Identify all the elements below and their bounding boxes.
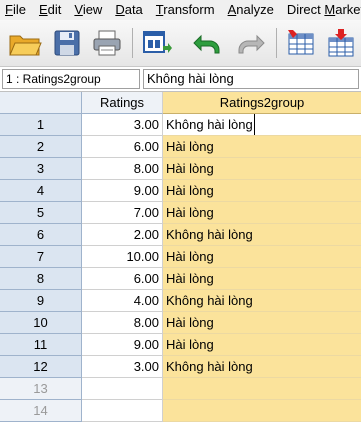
ratings2group-cell[interactable]: Không hài lòng xyxy=(163,356,361,378)
row-header[interactable]: 4 xyxy=(0,180,82,202)
ratings2group-cell[interactable]: Hài lòng xyxy=(163,312,361,334)
cell-editor-bar: 1 : Ratings2group Không hài lòng xyxy=(0,67,361,92)
row-header[interactable]: 14 xyxy=(0,400,82,422)
active-cell-text: Không hài lòng xyxy=(166,114,255,135)
open-folder-icon[interactable] xyxy=(6,26,44,60)
ratings-cell[interactable] xyxy=(82,378,163,400)
ratings-cell[interactable]: 6.00 xyxy=(82,268,163,290)
row-header[interactable]: 11 xyxy=(0,334,82,356)
ratings2group-cell[interactable] xyxy=(163,378,361,400)
menu-data[interactable]: Data xyxy=(110,0,150,20)
menu-view[interactable]: View xyxy=(69,0,110,20)
row-header[interactable]: 8 xyxy=(0,268,82,290)
row-header[interactable]: 9 xyxy=(0,290,82,312)
recall-dialog-icon[interactable] xyxy=(138,26,176,60)
row-header[interactable]: 12 xyxy=(0,356,82,378)
menu-file[interactable]: File xyxy=(0,0,34,20)
row-header[interactable]: 5 xyxy=(0,202,82,224)
ratings2group-cell[interactable]: Hài lòng xyxy=(163,268,361,290)
column-header-ratings[interactable]: Ratings xyxy=(82,92,163,114)
menu-analyze[interactable]: Analyze xyxy=(223,0,282,20)
ratings-cell[interactable]: 10.00 xyxy=(82,246,163,268)
column-header-ratings2group[interactable]: Ratings2group xyxy=(163,92,361,114)
ratings-cell[interactable]: 2.00 xyxy=(82,224,163,246)
menu-edit[interactable]: Edit xyxy=(34,0,69,20)
cell-value-input[interactable]: Không hài lòng xyxy=(143,69,359,89)
row-header[interactable]: 1 xyxy=(0,114,82,136)
table-row-empty: 13 xyxy=(0,378,361,400)
menu-direct-marketing[interactable]: Direct Marketing xyxy=(282,0,361,20)
row-header[interactable]: 2 xyxy=(0,136,82,158)
ratings-cell[interactable]: 6.00 xyxy=(82,136,163,158)
data-grid: Ratings Ratings2group 1 3.00 Không hài l… xyxy=(0,92,361,422)
ratings-cell[interactable]: 8.00 xyxy=(82,312,163,334)
ratings-cell[interactable]: 9.00 xyxy=(82,334,163,356)
goto-case-icon[interactable] xyxy=(282,26,320,60)
ratings-cell[interactable]: 3.00 xyxy=(82,114,163,136)
table-row: 6 2.00 Không hài lòng xyxy=(0,224,361,246)
ratings2group-cell[interactable]: Hài lòng xyxy=(163,202,361,224)
toolbar xyxy=(0,20,361,67)
table-row: 1 3.00 Không hài lòng xyxy=(0,114,361,136)
ratings-cell[interactable]: 4.00 xyxy=(82,290,163,312)
ratings2group-cell[interactable]: Hài lòng xyxy=(163,180,361,202)
ratings-cell[interactable]: 8.00 xyxy=(82,158,163,180)
table-row-empty: 14 xyxy=(0,400,361,422)
ratings2group-cell[interactable]: Không hài lòng xyxy=(163,224,361,246)
row-header[interactable]: 13 xyxy=(0,378,82,400)
cell-reference-field: 1 : Ratings2group xyxy=(2,69,140,89)
table-row: 3 8.00 Hài lòng xyxy=(0,158,361,180)
ratings2group-cell[interactable]: Hài lòng xyxy=(163,158,361,180)
ratings2group-cell[interactable] xyxy=(163,400,361,422)
row-header[interactable]: 10 xyxy=(0,312,82,334)
ratings2group-cell[interactable]: Không hài lòng xyxy=(163,290,361,312)
table-row: 12 3.00 Không hài lòng xyxy=(0,356,361,378)
table-row: 8 6.00 Hài lòng xyxy=(0,268,361,290)
ratings2group-cell[interactable]: Hài lòng xyxy=(163,136,361,158)
ratings-cell[interactable]: 3.00 xyxy=(82,356,163,378)
table-row: 7 10.00 Hài lòng xyxy=(0,246,361,268)
ratings2group-cell-active[interactable]: Không hài lòng xyxy=(163,114,361,136)
ratings2group-cell[interactable]: Hài lòng xyxy=(163,246,361,268)
menu-transform[interactable]: Transform xyxy=(151,0,223,20)
table-row: 11 9.00 Hài lòng xyxy=(0,334,361,356)
row-header[interactable]: 7 xyxy=(0,246,82,268)
goto-variable-icon[interactable] xyxy=(322,26,360,60)
table-row: 2 6.00 Hài lòng xyxy=(0,136,361,158)
table-row: 9 4.00 Không hài lòng xyxy=(0,290,361,312)
save-icon[interactable] xyxy=(48,26,86,60)
table-row: 5 7.00 Hài lòng xyxy=(0,202,361,224)
ratings-cell[interactable]: 9.00 xyxy=(82,180,163,202)
column-header-row: Ratings Ratings2group xyxy=(0,92,361,114)
ratings-cell[interactable]: 7.00 xyxy=(82,202,163,224)
redo-icon[interactable] xyxy=(232,26,270,60)
menu-bar: File Edit View Data Transform Analyze Di… xyxy=(0,0,361,20)
undo-icon[interactable] xyxy=(188,26,226,60)
row-header[interactable]: 6 xyxy=(0,224,82,246)
table-row: 10 8.00 Hài lòng xyxy=(0,312,361,334)
print-icon[interactable] xyxy=(88,26,126,60)
ratings2group-cell[interactable]: Hài lòng xyxy=(163,334,361,356)
table-row: 4 9.00 Hài lòng xyxy=(0,180,361,202)
ratings-cell[interactable] xyxy=(82,400,163,422)
corner-header[interactable] xyxy=(0,92,82,114)
row-header[interactable]: 3 xyxy=(0,158,82,180)
